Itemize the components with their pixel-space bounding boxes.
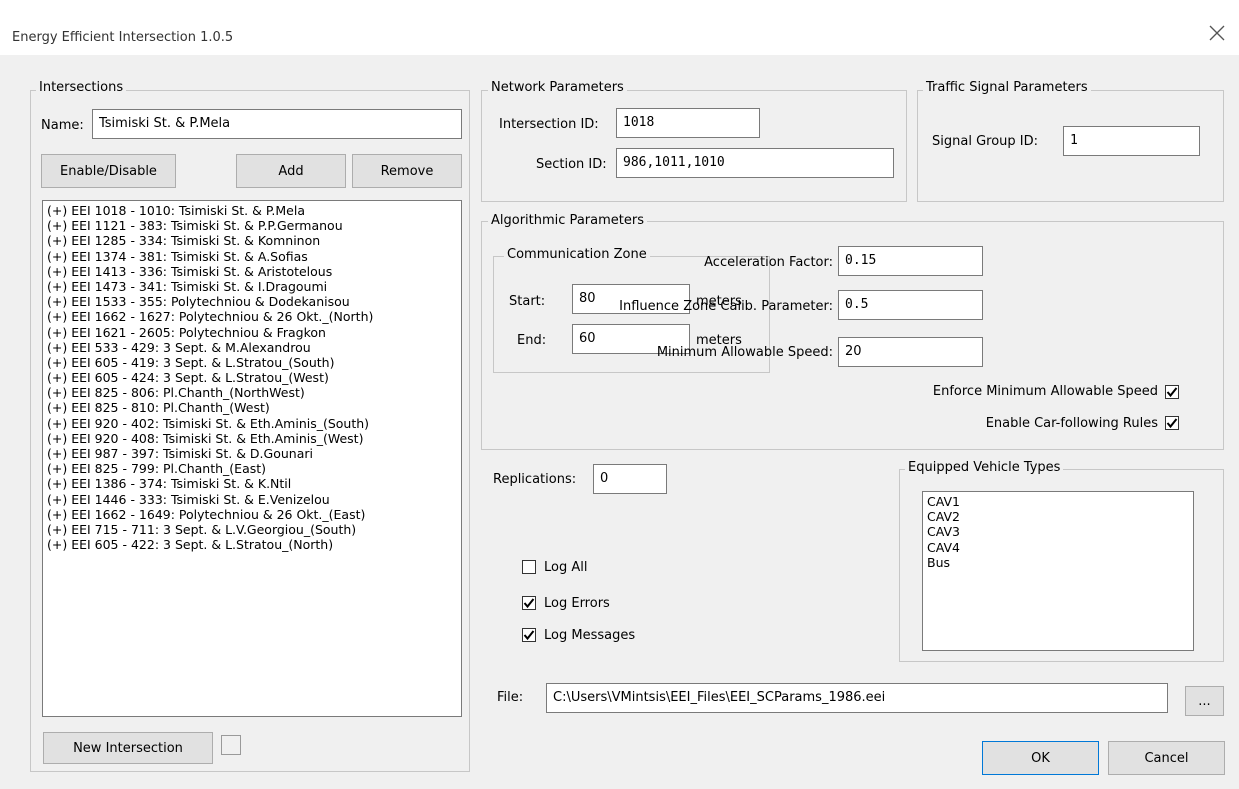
check-mark-icon xyxy=(1166,387,1178,398)
log-messages-label: Log Messages xyxy=(544,628,636,643)
log-errors-label: Log Errors xyxy=(544,596,610,611)
list-item[interactable]: (+) EEI 1018 - 1010: Tsimiski St. & P.Me… xyxy=(47,203,457,218)
intersection-id-label: Intersection ID: xyxy=(499,117,599,132)
enforce-min-speed-label: Enforce Minimum Allowable Speed xyxy=(932,384,1158,399)
end-label: End: xyxy=(517,333,547,348)
log-all-label: Log All xyxy=(544,560,588,575)
vehicle-rows: CAV1 CAV2 CAV3 CAV4 Bus xyxy=(927,494,1189,570)
vehicle-type-item[interactable]: CAV2 xyxy=(927,509,1189,524)
list-item[interactable]: (+) EEI 715 - 711: 3 Sept. & L.V.Georgio… xyxy=(47,522,457,537)
title-bar xyxy=(0,0,1239,55)
cancel-button[interactable]: Cancel xyxy=(1108,741,1225,775)
replications-label: Replications: xyxy=(493,472,577,487)
intersections-list[interactable]: (+) EEI 1018 - 1010: Tsimiski St. & P.Me… xyxy=(42,200,462,717)
car-following-checkbox[interactable] xyxy=(1165,416,1179,430)
log-messages-checkbox[interactable] xyxy=(522,628,536,642)
enable-disable-button[interactable]: Enable/Disable xyxy=(41,154,176,188)
influence-zone-label: Influence Zone Calib. Parameter: xyxy=(619,299,833,314)
log-errors-checkbox[interactable] xyxy=(522,596,536,610)
list-item[interactable]: (+) EEI 920 - 402: Tsimiski St. & Eth.Am… xyxy=(47,416,457,431)
list-item[interactable]: (+) EEI 1446 - 333: Tsimiski St. & E.Ven… xyxy=(47,492,457,507)
list-item[interactable]: (+) EEI 1285 - 334: Tsimiski St. & Komni… xyxy=(47,233,457,248)
intersections-legend: Intersections xyxy=(36,80,127,95)
list-item[interactable]: (+) EEI 825 - 806: Pl.Chanth_(NorthWest) xyxy=(47,385,457,400)
traffic-signal-legend: Traffic Signal Parameters xyxy=(923,80,1091,95)
min-speed-input[interactable]: 20 xyxy=(838,337,983,367)
list-item[interactable]: (+) EEI 605 - 424: 3 Sept. & L.Stratou_(… xyxy=(47,370,457,385)
list-item[interactable]: (+) EEI 825 - 799: Pl.Chanth_(East) xyxy=(47,461,457,476)
name-label: Name: xyxy=(41,118,84,133)
section-id-input[interactable]: 986,1011,1010 xyxy=(616,148,894,178)
list-item[interactable]: (+) EEI 1121 - 383: Tsimiski St. & P.P.G… xyxy=(47,218,457,233)
vehicle-types-list[interactable]: CAV1 CAV2 CAV3 CAV4 Bus xyxy=(922,491,1194,651)
list-item[interactable]: (+) EEI 1662 - 1649: Polytechniou & 26 O… xyxy=(47,507,457,522)
remove-button[interactable]: Remove xyxy=(352,154,462,188)
list-item[interactable]: (+) EEI 1374 - 381: Tsimiski St. & A.Sof… xyxy=(47,249,457,264)
list-item[interactable]: (+) EEI 825 - 810: Pl.Chanth_(West) xyxy=(47,400,457,415)
start-label: Start: xyxy=(509,294,546,309)
intersection-rows: (+) EEI 1018 - 1010: Tsimiski St. & P.Me… xyxy=(47,203,457,552)
new-intersection-button[interactable]: New Intersection xyxy=(43,732,213,764)
list-item[interactable]: (+) EEI 987 - 397: Tsimiski St. & D.Goun… xyxy=(47,446,457,461)
log-all-checkbox[interactable] xyxy=(522,560,536,574)
ok-button[interactable]: OK xyxy=(982,741,1099,775)
add-button[interactable]: Add xyxy=(236,154,346,188)
acceleration-factor-input[interactable]: 0.15 xyxy=(838,246,983,276)
vehicle-type-item[interactable]: CAV3 xyxy=(927,524,1189,539)
name-input[interactable]: Tsimiski St. & P.Mela xyxy=(92,109,462,139)
enforce-min-speed-checkbox[interactable] xyxy=(1165,385,1179,399)
network-parameters-legend: Network Parameters xyxy=(488,80,627,95)
algorithmic-parameters-legend: Algorithmic Parameters xyxy=(488,213,647,228)
list-item[interactable]: (+) EEI 1533 - 355: Polytechniou & Dodek… xyxy=(47,294,457,309)
communication-zone-legend: Communication Zone xyxy=(504,247,650,262)
close-button[interactable] xyxy=(1206,22,1228,44)
check-mark-icon xyxy=(523,630,535,641)
acceleration-factor-label: Acceleration Factor: xyxy=(704,255,833,270)
intersection-id-input[interactable]: 1018 xyxy=(616,108,760,138)
signal-group-id-input[interactable]: 1 xyxy=(1063,126,1200,156)
check-mark-icon xyxy=(1166,418,1178,429)
window-title: Energy Efficient Intersection 1.0.5 xyxy=(12,30,234,45)
close-icon xyxy=(1209,25,1225,41)
browse-button[interactable]: ... xyxy=(1185,686,1224,716)
list-item[interactable]: (+) EEI 1621 - 2605: Polytechniou & Frag… xyxy=(47,325,457,340)
new-intersection-checkbox[interactable] xyxy=(221,735,241,755)
network-parameters-group xyxy=(481,90,907,202)
signal-group-id-label: Signal Group ID: xyxy=(932,134,1038,149)
list-item[interactable]: (+) EEI 1386 - 374: Tsimiski St. & K.Nti… xyxy=(47,476,457,491)
file-path-input[interactable]: C:\Users\VMintsis\EEI_Files\EEI_SCParams… xyxy=(546,683,1168,713)
list-item[interactable]: (+) EEI 1473 - 341: Tsimiski St. & I.Dra… xyxy=(47,279,457,294)
list-item[interactable]: (+) EEI 1413 - 336: Tsimiski St. & Arist… xyxy=(47,264,457,279)
equipped-vehicles-legend: Equipped Vehicle Types xyxy=(905,460,1064,475)
list-item[interactable]: (+) EEI 605 - 422: 3 Sept. & L.Stratou_(… xyxy=(47,537,457,552)
vehicle-type-item[interactable]: Bus xyxy=(927,555,1189,570)
min-speed-label: Minimum Allowable Speed: xyxy=(656,345,833,360)
car-following-label: Enable Car-following Rules xyxy=(985,416,1158,431)
vehicle-type-item[interactable]: CAV4 xyxy=(927,540,1189,555)
list-item[interactable]: (+) EEI 533 - 429: 3 Sept. & M.Alexandro… xyxy=(47,340,457,355)
section-id-label: Section ID: xyxy=(536,157,607,172)
file-label: File: xyxy=(497,690,524,705)
influence-zone-input[interactable]: 0.5 xyxy=(838,290,983,320)
list-item[interactable]: (+) EEI 1662 - 1627: Polytechniou & 26 O… xyxy=(47,309,457,324)
list-item[interactable]: (+) EEI 605 - 419: 3 Sept. & L.Stratou_(… xyxy=(47,355,457,370)
vehicle-type-item[interactable]: CAV1 xyxy=(927,494,1189,509)
replications-input[interactable]: 0 xyxy=(593,464,667,494)
list-item[interactable]: (+) EEI 920 - 408: Tsimiski St. & Eth.Am… xyxy=(47,431,457,446)
check-mark-icon xyxy=(523,598,535,609)
